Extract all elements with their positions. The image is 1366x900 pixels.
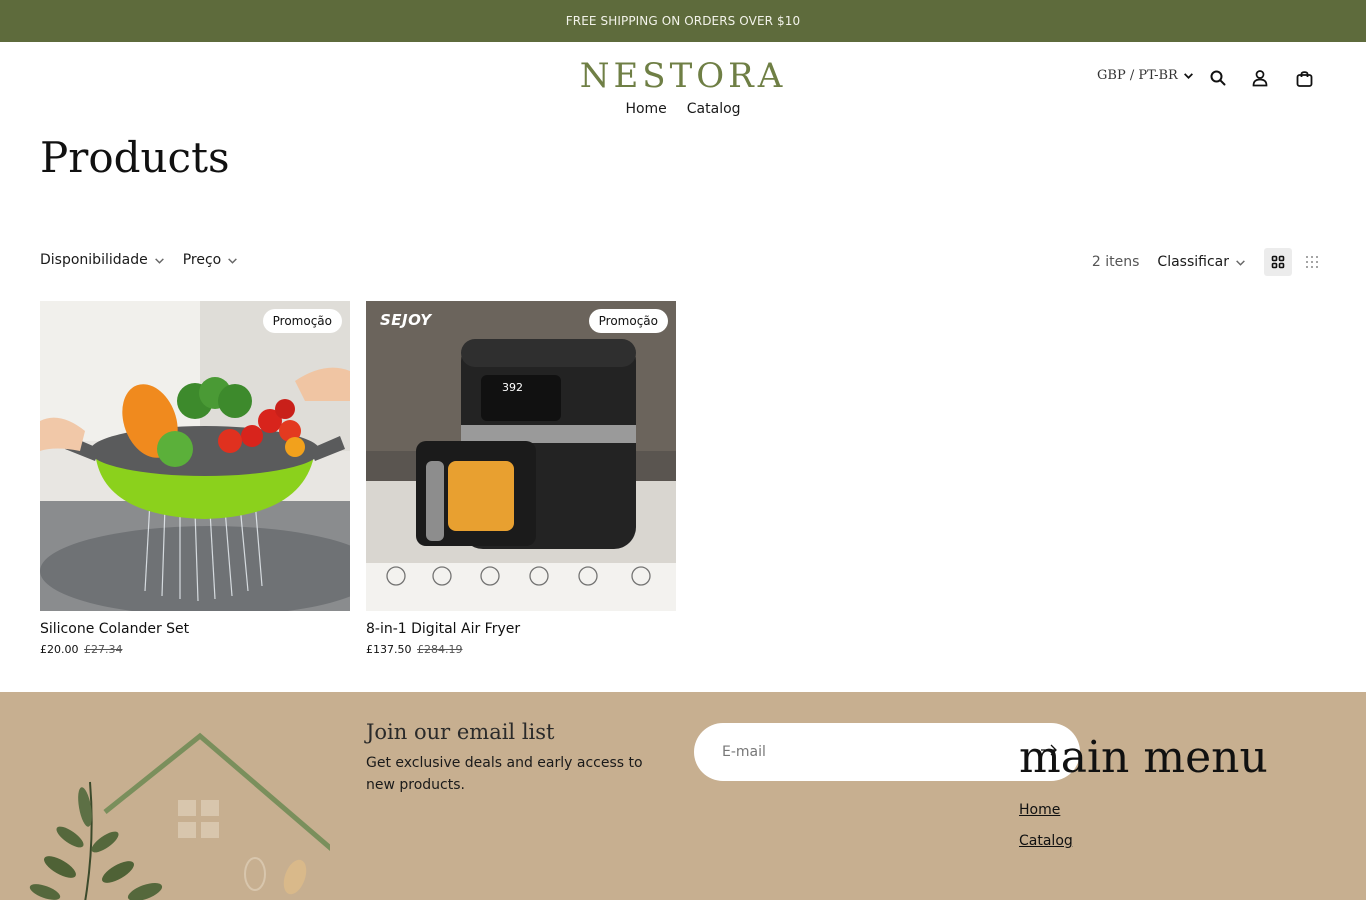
site-footer: Join our email list Get exclusive deals … [0, 692, 1366, 900]
compare-price: £284.19 [417, 643, 463, 656]
filter-price[interactable]: Preço [183, 252, 239, 268]
sale-price: £137.50 [366, 643, 412, 656]
colander-photo [40, 301, 350, 611]
footer-menu-title: main menu [1019, 732, 1268, 783]
grid-small-icon [1306, 256, 1318, 268]
sale-price: £20.00 [40, 643, 79, 656]
product-count: 2 itens [1091, 254, 1140, 270]
account-icon[interactable] [1249, 67, 1271, 89]
compare-price: £27.34 [84, 643, 123, 656]
collection-tools: 2 itens Classificar [1092, 248, 1326, 276]
locale-label: GBP / PT-BR [1097, 68, 1178, 83]
sale-badge: Promoção [262, 309, 342, 333]
brand-logo-text: SEJOY [380, 311, 432, 329]
sort-label: Classificar [1157, 254, 1229, 270]
filter-price-label: Preço [182, 252, 222, 268]
product-name[interactable]: Silicone Colander Set [40, 621, 350, 637]
chevron-down-icon [154, 257, 164, 264]
email-field[interactable] [722, 744, 1022, 760]
chevron-down-icon [1236, 259, 1245, 266]
page-title: Products [40, 133, 230, 182]
view-toggle [1264, 248, 1326, 276]
product-card[interactable]: SEJOY 392 Promoção 8-in-1 Digital Air Fr… [366, 301, 676, 656]
product-name[interactable]: 8-in-1 Digital Air Fryer [366, 621, 676, 637]
filter-availability-label: Disponibilidade [40, 252, 148, 268]
sort-select[interactable]: Classificar [1157, 254, 1246, 270]
product-price: £137.50 £284.19 [366, 643, 676, 656]
announcement-bar: FREE SHIPPING ON ORDERS OVER $10 [0, 0, 1366, 42]
footer-menu-catalog[interactable]: Catalog [1019, 833, 1073, 849]
product-image[interactable]: Promoção [40, 301, 350, 611]
footer-menu-home[interactable]: Home [1019, 802, 1060, 818]
newsletter-text: Get exclusive deals and early access to … [366, 755, 643, 793]
product-price: £20.00 £27.34 [40, 643, 350, 656]
newsletter-title: Join our email list [366, 720, 555, 744]
air-fryer-photo [366, 301, 676, 611]
grid-small-view-button[interactable] [1298, 248, 1326, 276]
site-header: NESTORA Home Catalog GBP / PT-BR [0, 42, 1366, 132]
search-icon[interactable] [1207, 67, 1229, 89]
chevron-down-icon [228, 257, 238, 264]
cart-icon[interactable] [1293, 67, 1315, 89]
chevron-down-icon [1183, 73, 1193, 79]
grid-large-view-button[interactable] [1264, 248, 1292, 276]
house-illustration [29, 732, 330, 900]
filter-bar: Disponibilidade Preço [40, 252, 238, 268]
grid-large-icon [1271, 255, 1285, 269]
nav-home[interactable]: Home [625, 101, 666, 117]
locale-selector[interactable]: GBP / PT-BR [1097, 68, 1194, 83]
announcement-text: FREE SHIPPING ON ORDERS OVER $10 [565, 14, 801, 28]
sale-badge: Promoção [588, 309, 668, 333]
fryer-display-readout: 392 [502, 381, 523, 394]
product-image[interactable]: SEJOY 392 Promoção [366, 301, 676, 611]
product-grid: Promoção Silicone Colander Set £20.00 £2… [40, 301, 676, 656]
filter-availability[interactable]: Disponibilidade [40, 252, 165, 268]
nav-catalog[interactable]: Catalog [687, 101, 741, 117]
product-card[interactable]: Promoção Silicone Colander Set £20.00 £2… [40, 301, 350, 656]
main-nav: Home Catalog [0, 101, 1366, 117]
